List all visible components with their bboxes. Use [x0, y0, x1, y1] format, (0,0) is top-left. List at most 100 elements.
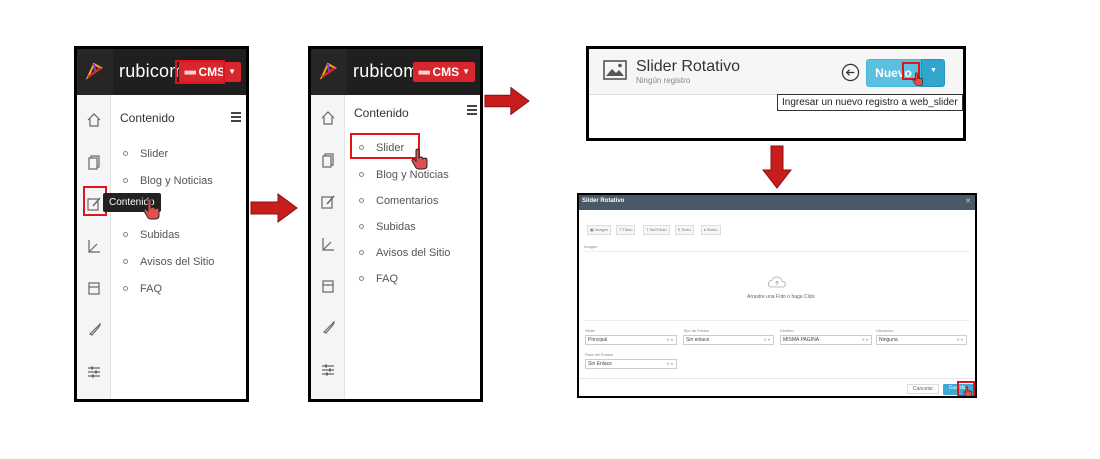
- target-select[interactable]: MISMA PAGINA ✕ ▾: [780, 335, 872, 345]
- menu-item-faq[interactable]: FAQ: [359, 273, 398, 285]
- tab-boton[interactable]: ▸ Botón: [701, 225, 721, 235]
- logo-area: [311, 49, 347, 95]
- bullet-icon: [359, 172, 364, 177]
- calendar-icon[interactable]: [85, 279, 103, 297]
- menu-item-subidas[interactable]: Subidas: [123, 229, 180, 241]
- bullet-icon: [359, 276, 364, 281]
- new-button-tooltip: Ingresar un nuevo registro a web_slider: [777, 94, 963, 111]
- select-value: MISMA PAGINA: [783, 337, 820, 343]
- bullet-icon: [123, 286, 128, 291]
- icon-sidebar: [311, 95, 345, 399]
- slider-modal: Slider Rotativo ✕ ▣ Imagen T Título T Su…: [577, 193, 977, 398]
- calendar-icon[interactable]: [319, 277, 337, 295]
- select-value: Principal: [588, 337, 608, 343]
- slider-header-panel: Slider Rotativo Ningún registro Nuevo ▼ …: [586, 46, 966, 141]
- tab-label: Botón: [707, 227, 718, 232]
- highlight-box: [175, 60, 225, 84]
- image-label: Imagen: [584, 244, 598, 249]
- home-icon[interactable]: [85, 111, 103, 129]
- cancel-label: Cancelar: [912, 386, 933, 392]
- link-path-select[interactable]: Sin Enlace ✕ ▾: [585, 359, 677, 369]
- hamburger-icon[interactable]: [467, 105, 477, 115]
- hamburger-icon[interactable]: [231, 112, 241, 122]
- menu-item-subidas[interactable]: Subidas: [359, 221, 416, 233]
- chevron-down-icon: ▼: [228, 67, 237, 76]
- cancel-button[interactable]: Cancelar: [907, 384, 939, 394]
- sidebar-panel-step2: rubicom ■■■ CMS ▼ Contenido Slider Blog y …: [308, 46, 483, 402]
- pages-icon[interactable]: [319, 151, 337, 169]
- menu-item-label: Subidas: [140, 229, 180, 241]
- menu-item-label: Avisos del Sitio: [140, 256, 215, 268]
- page-subtitle: Ningún registro: [636, 76, 691, 85]
- bullet-icon: [123, 232, 128, 237]
- menu-title: Contenido: [120, 111, 175, 125]
- menu-item-label: Comentarios: [376, 195, 439, 207]
- pages-icon[interactable]: [85, 153, 103, 171]
- home-icon[interactable]: [319, 109, 337, 127]
- tab-label: Título: [622, 227, 633, 232]
- bullet-icon: [123, 259, 128, 264]
- modal-title-bar: Slider Rotativo ✕: [579, 195, 975, 210]
- tab-label: SubTítulo: [649, 227, 667, 232]
- menu-item-blog[interactable]: Blog y Noticias: [359, 169, 449, 181]
- menu-item-avisos[interactable]: Avisos del Sitio: [123, 256, 214, 268]
- rocket-icon[interactable]: [319, 319, 337, 337]
- bullet-icon: [359, 198, 364, 203]
- logo-area: [77, 49, 113, 95]
- menu-item-blog[interactable]: Blog y Noticias: [123, 175, 213, 187]
- menu-item-avisos[interactable]: Avisos del Sitio: [359, 247, 450, 259]
- top-bar: rubicom ■■■ CMS ▼: [77, 49, 246, 95]
- menu-item-label: Slider: [140, 148, 169, 160]
- tab-label: Imagen: [594, 227, 609, 232]
- icon-sidebar: [77, 95, 111, 399]
- logo-icon: [319, 62, 337, 80]
- step-arrow-right-2: [484, 86, 530, 116]
- back-icon[interactable]: [841, 63, 860, 82]
- hand-cursor-icon: [143, 198, 160, 220]
- sliders-icon[interactable]: [319, 361, 337, 379]
- cms-menu-button[interactable]: ■■■ CMS ▼: [413, 62, 476, 82]
- menu-item-faq[interactable]: FAQ: [123, 283, 162, 295]
- page-title: Slider Rotativo: [636, 58, 741, 75]
- clear-chevron-icon: ✕ ▾: [666, 337, 673, 342]
- chevron-down-icon: ▼: [930, 67, 937, 74]
- tab-texto[interactable]: ¶ Texto: [675, 225, 694, 235]
- image-dropzone[interactable]: Arrastre una Foto o haga Click: [584, 251, 970, 321]
- menu-item-label: FAQ: [376, 273, 399, 285]
- menu-item-label: Blog y Noticias: [140, 175, 213, 187]
- step-arrow-down: [762, 145, 792, 189]
- top-bar: rubicom ■■■ CMS ▼: [311, 49, 480, 95]
- chart-icon[interactable]: [319, 235, 337, 253]
- footer-divider: [579, 378, 975, 379]
- tab-label: Texto: [681, 227, 691, 232]
- menu-item-label: FAQ: [140, 283, 163, 295]
- clear-chevron-icon: ✕ ▾: [666, 361, 673, 366]
- slider-select[interactable]: Principal ✕ ▾: [585, 335, 677, 345]
- tab-imagen[interactable]: ▣ Imagen: [587, 225, 612, 235]
- rocket-icon[interactable]: [85, 321, 103, 339]
- link-type-select[interactable]: Sin enlace ✕ ▾: [683, 335, 774, 345]
- field-label-slider: Slider: [585, 328, 596, 333]
- chart-icon[interactable]: [85, 237, 103, 255]
- modal-title: Slider Rotativo: [582, 198, 625, 204]
- tab-subtitulo[interactable]: T SubTítulo: [643, 225, 670, 235]
- hand-cursor-icon: [963, 385, 973, 396]
- menu-item-comentarios[interactable]: Comentarios: [359, 195, 438, 207]
- clear-chevron-icon: ✕ ▾: [956, 337, 963, 342]
- menu-title: Contenido: [354, 106, 409, 120]
- location-select[interactable]: Ninguna ✕ ▾: [876, 335, 967, 345]
- hand-cursor-icon: [411, 148, 428, 170]
- sliders-icon[interactable]: [85, 363, 103, 381]
- field-label-destino: Destino: [780, 328, 794, 333]
- image-icon: [603, 60, 627, 80]
- tab-titulo[interactable]: T Título: [616, 225, 636, 235]
- upload-cloud-icon: [768, 276, 786, 288]
- menu-item-label: Avisos del Sitio: [376, 247, 451, 259]
- edit-icon[interactable]: [319, 193, 337, 211]
- close-icon[interactable]: ✕: [965, 197, 971, 205]
- select-value: Sin Enlace: [588, 361, 612, 367]
- sidebar-panel-step1: rubicom ■■■ CMS ▼ Contenido Slider Blog y …: [74, 46, 249, 402]
- bullet-icon: [123, 151, 128, 156]
- cms-label: CMS: [432, 65, 460, 79]
- menu-item-slider[interactable]: Slider: [123, 148, 168, 160]
